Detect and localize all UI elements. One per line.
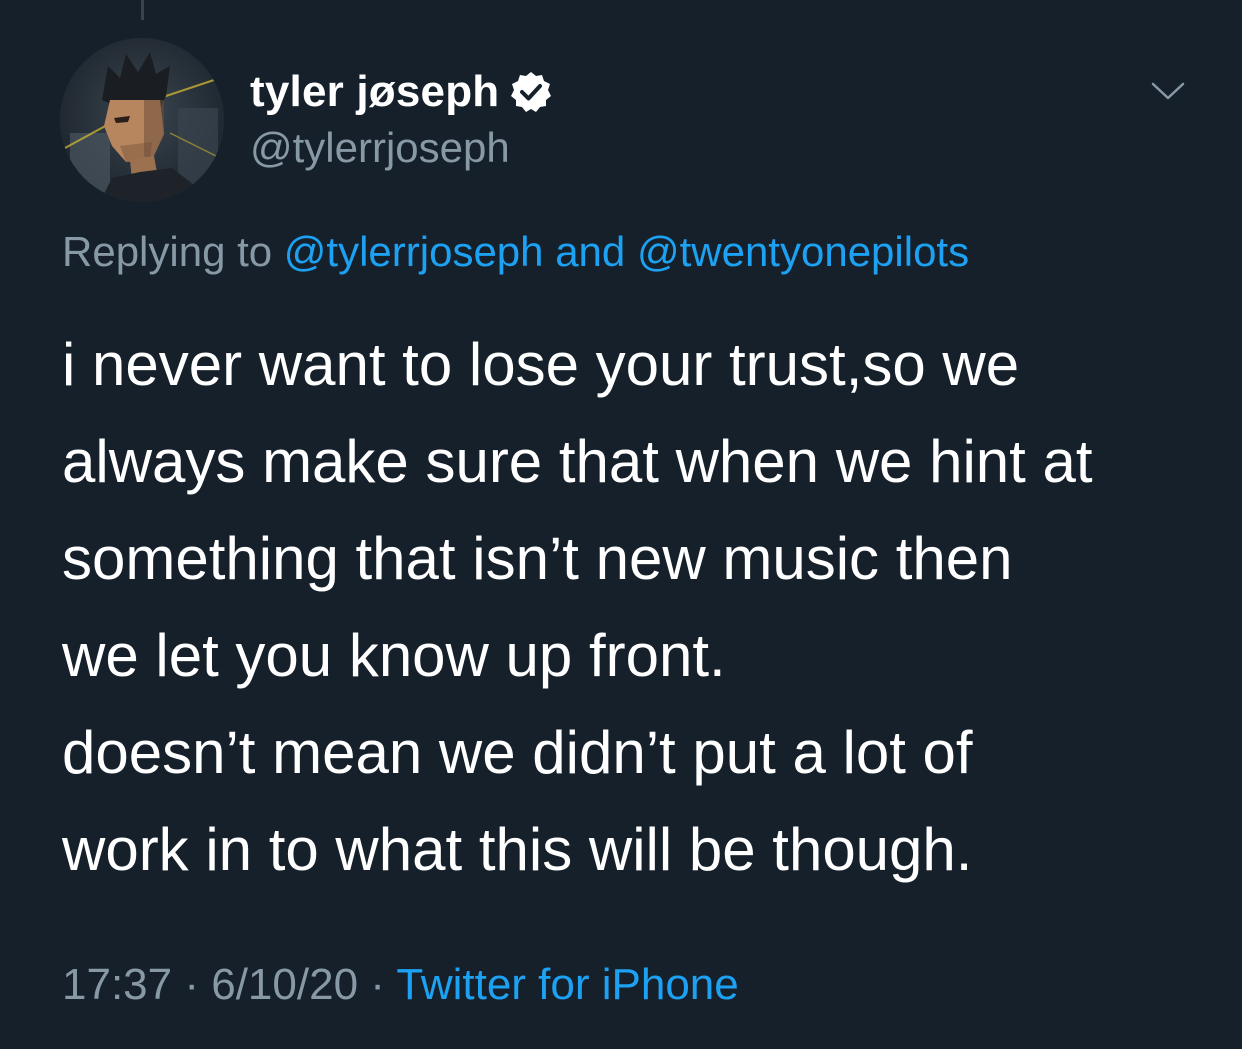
chevron-down-icon[interactable] bbox=[1150, 80, 1186, 104]
tweet-text-line: work in to what this will be though. bbox=[62, 816, 973, 883]
tweet-text-line: we let you know up front. bbox=[62, 622, 726, 689]
meta-separator: · bbox=[184, 960, 199, 1009]
reply-prefix: Replying to bbox=[62, 228, 273, 275]
tweet-text: i never want to lose your trust,so we al… bbox=[62, 316, 1202, 898]
tweet-date[interactable]: 6/10/20 bbox=[211, 960, 358, 1009]
avatar-illustration bbox=[60, 38, 224, 202]
reply-mention-tylerrjoseph[interactable]: @tylerrjoseph bbox=[284, 228, 544, 275]
tweet-text-line: something that isn’t new music then bbox=[62, 525, 1013, 592]
verified-badge-icon bbox=[509, 70, 553, 114]
tweet-time[interactable]: 17:37 bbox=[62, 960, 172, 1009]
author-names: tyler jøseph @tylerrjoseph bbox=[250, 64, 553, 172]
tweet-text-line: doesn’t mean we didn’t put a lot of bbox=[62, 719, 973, 786]
tweet-text-line: i never want to lose your trust,so we bbox=[62, 331, 1020, 398]
avatar[interactable] bbox=[60, 38, 224, 202]
reply-context: Replying to @tylerrjoseph and @twentyone… bbox=[62, 228, 969, 276]
tweet-header: tyler jøseph @tylerrjoseph bbox=[60, 38, 1190, 204]
meta-separator: · bbox=[370, 960, 385, 1009]
reply-mention-twentyonepilots[interactable]: @twentyonepilots bbox=[637, 228, 969, 275]
tweet-source-link[interactable]: Twitter for iPhone bbox=[396, 960, 738, 1009]
reply-and: and bbox=[555, 228, 626, 275]
display-name[interactable]: tyler jøseph bbox=[250, 67, 499, 117]
tweet-card: tyler jøseph @tylerrjoseph Replying to @… bbox=[0, 0, 1242, 1049]
display-name-row: tyler jøseph bbox=[250, 64, 553, 120]
tweet-metadata: 17:37 · 6/10/20 · Twitter for iPhone bbox=[62, 960, 739, 1010]
user-handle[interactable]: @tylerrjoseph bbox=[250, 124, 553, 172]
tweet-text-line: always make sure that when we hint at bbox=[62, 428, 1093, 495]
